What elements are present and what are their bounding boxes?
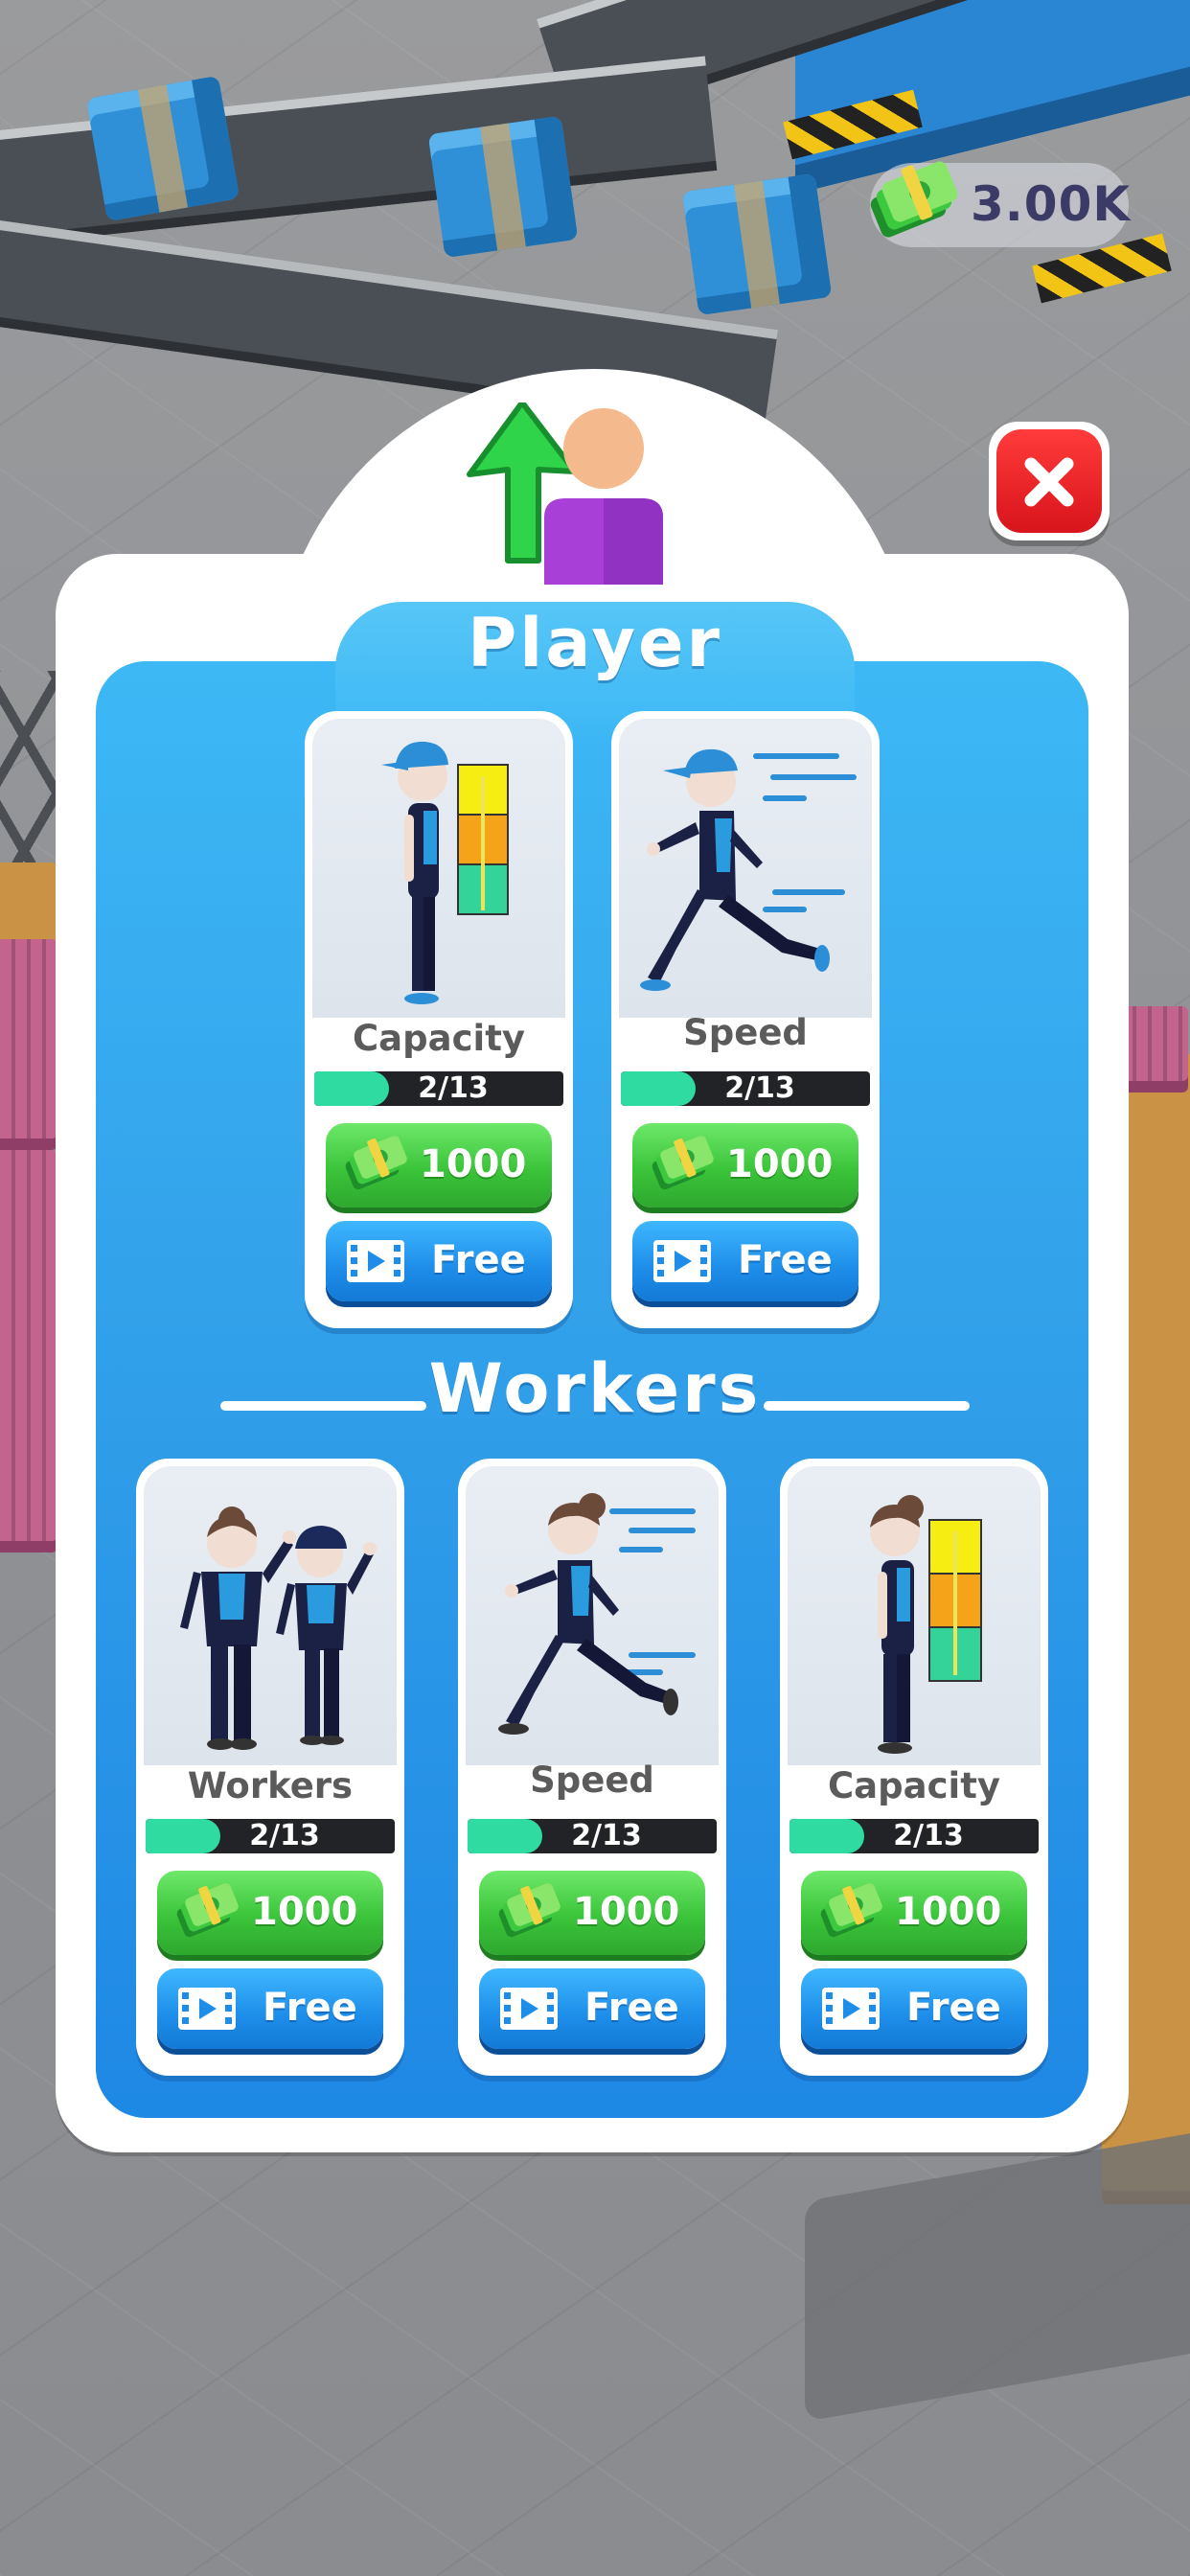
free-label: Free xyxy=(906,1986,1001,2030)
free-upgrade-button[interactable]: Free xyxy=(632,1221,858,1301)
section-divider xyxy=(220,1401,426,1411)
upgrade-label: Speed xyxy=(683,1012,808,1053)
speed-illustration xyxy=(619,719,872,1018)
level-bar: 2/13 xyxy=(468,1819,717,1853)
upgrade-dialog: Player Workers Capacity 2/13 1000 Free S… xyxy=(0,0,1190,2576)
workers-illustration xyxy=(144,1466,397,1765)
free-label: Free xyxy=(738,1238,833,1282)
workers-speed-card: Speed 2/13 1000 Free xyxy=(458,1459,726,2076)
cash-icon xyxy=(176,1883,239,1938)
level-bar: 2/13 xyxy=(790,1819,1039,1853)
player-section-title: Player xyxy=(467,604,722,682)
upgrade-price: 1000 xyxy=(726,1142,834,1186)
upgrade-price: 1000 xyxy=(895,1890,1002,1934)
buy-upgrade-button[interactable]: 1000 xyxy=(632,1123,858,1208)
cash-icon xyxy=(820,1883,882,1938)
level-text: 2/13 xyxy=(724,1071,795,1105)
free-upgrade-button[interactable]: Free xyxy=(326,1221,552,1301)
cash-icon xyxy=(345,1136,407,1190)
video-icon xyxy=(347,1240,404,1282)
level-text: 2/13 xyxy=(571,1819,642,1852)
worker-capacity-illustration xyxy=(788,1466,1041,1765)
upgrade-price: 1000 xyxy=(251,1890,358,1934)
level-bar: 2/13 xyxy=(621,1071,870,1106)
free-label: Free xyxy=(263,1986,357,2030)
level-text: 2/13 xyxy=(418,1071,489,1105)
video-icon xyxy=(500,1988,558,2030)
upgrade-label: Capacity xyxy=(828,1765,1000,1806)
buy-upgrade-button[interactable]: 1000 xyxy=(479,1871,705,1955)
free-upgrade-button[interactable]: Free xyxy=(479,1968,705,2049)
video-icon xyxy=(178,1988,236,2030)
free-upgrade-button[interactable]: Free xyxy=(801,1968,1027,2049)
cash-icon xyxy=(498,1883,561,1938)
free-label: Free xyxy=(584,1986,679,2030)
cash-icon xyxy=(652,1136,714,1190)
player-speed-card: Speed 2/13 1000 Free xyxy=(611,711,880,1328)
close-button[interactable] xyxy=(989,422,1110,540)
section-divider xyxy=(764,1401,970,1411)
level-bar: 2/13 xyxy=(314,1071,563,1106)
upgrade-label: Workers xyxy=(187,1765,354,1806)
workers-section-title: Workers xyxy=(428,1349,762,1428)
upgrade-price: 1000 xyxy=(420,1142,527,1186)
video-icon xyxy=(822,1988,880,2030)
buy-upgrade-button[interactable]: 1000 xyxy=(326,1123,552,1208)
buy-upgrade-button[interactable]: 1000 xyxy=(157,1871,383,1955)
player-capacity-card: Capacity 2/13 1000 Free xyxy=(305,711,573,1328)
close-icon xyxy=(1024,457,1074,507)
player-upgrade-icon xyxy=(467,402,663,585)
video-icon xyxy=(653,1240,711,1282)
workers-capacity-card: Capacity 2/13 1000 Free xyxy=(780,1459,1048,2076)
free-upgrade-button[interactable]: Free xyxy=(157,1968,383,2049)
upgrade-label: Capacity xyxy=(353,1018,525,1059)
level-text: 2/13 xyxy=(249,1819,320,1852)
capacity-illustration xyxy=(312,719,565,1018)
worker-speed-illustration xyxy=(466,1466,719,1765)
buy-upgrade-button[interactable]: 1000 xyxy=(801,1871,1027,1955)
upgrade-price: 1000 xyxy=(573,1890,680,1934)
free-label: Free xyxy=(431,1238,526,1282)
upgrade-label: Speed xyxy=(530,1760,654,1801)
level-text: 2/13 xyxy=(893,1819,964,1852)
workers-count-card: Workers 2/13 1000 Free xyxy=(136,1459,404,2076)
level-bar: 2/13 xyxy=(146,1819,395,1853)
